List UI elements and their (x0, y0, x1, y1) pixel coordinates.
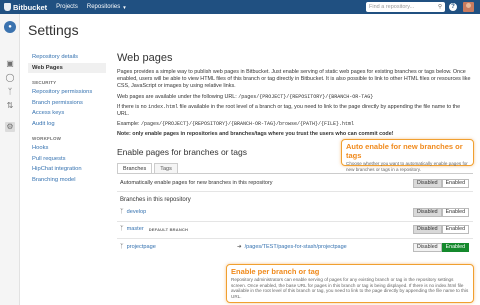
bucket-icon (4, 3, 11, 11)
branch-row-master: ᛉ master DEFAULT BRANCH (120, 226, 188, 232)
row-divider (117, 191, 473, 192)
arrow-right-icon: ➜ (237, 244, 242, 250)
sidebar-item-access-keys[interactable]: Access keys (28, 108, 106, 119)
branch-icon: ᛉ (120, 209, 124, 215)
sidebar-item-web-pages[interactable]: Web Pages (28, 62, 106, 73)
settings-sidebar: Repository details Web Pages SECURITY Re… (28, 52, 106, 185)
callout-per-branch: Enable per branch or tag Repository admi… (226, 264, 474, 303)
enabled-option[interactable]: Enabled (441, 243, 470, 252)
nav-projects-label: Projects (56, 4, 78, 10)
url-line-prefix: Web pages are available under the follow… (117, 93, 239, 100)
nav-repositories[interactable]: Repositories ▼ (87, 4, 127, 10)
example-line: Example: /pages/{PROJECT}/{REPOSITORY}/{… (117, 121, 473, 128)
branch-row-projectpage: ᛉ projectpage (120, 244, 156, 250)
search-placeholder: Find a repository... (369, 4, 415, 10)
enabled-option[interactable]: Enabled (441, 179, 470, 188)
disabled-option[interactable]: Disabled (413, 208, 442, 217)
url-pattern-line: Web pages are available under the follow… (117, 94, 473, 101)
projectpage-url[interactable]: ➜/pages/TEST/pages-for-stash/projectpage (237, 244, 347, 250)
search-input[interactable]: Find a repository... ⚲ (366, 2, 445, 12)
index-prefix: If there is no (117, 103, 149, 110)
sidebar-heading-security: SECURITY (32, 80, 57, 85)
sidebar-heading-workflow: WORKFLOW (32, 136, 62, 141)
url-pattern: /pages/{PROJECT}/{REPOSITORY}/{BRANCH-OR… (238, 93, 374, 100)
branch-icon: ᛉ (120, 244, 124, 250)
branch-tag-tabs: Branches Tags (117, 163, 180, 173)
pages-url-link[interactable]: /pages/TEST/pages-for-stash/projectpage (245, 244, 347, 250)
branch-name[interactable]: master (127, 226, 144, 232)
example-url: /pages/{PROJECT}/{REPOSITORY}/{BRANCH-OR… (140, 121, 355, 128)
develop-pages-toggle[interactable]: Disabled Enabled (413, 208, 470, 217)
row-divider (117, 238, 473, 239)
sidebar-item-branching-model[interactable]: Branching model (28, 175, 106, 186)
disabled-option[interactable]: Disabled (413, 225, 442, 234)
tabs-divider (117, 173, 473, 174)
auto-enable-label: Automatically enable pages for new branc… (120, 180, 273, 186)
callout-auto-enable: Auto enable for new branches or tags Cho… (341, 139, 474, 172)
brand-name: Bitbucket (13, 2, 48, 12)
help-icon[interactable]: ? (449, 3, 457, 11)
callout-body: Repository administrators can enable ser… (231, 277, 469, 299)
search-icon: ⚲ (437, 4, 442, 10)
disabled-option[interactable]: Disabled (413, 243, 442, 252)
callout-title: Auto enable for new branches or tags (346, 142, 463, 160)
nav-repositories-label: Repositories (86, 4, 121, 10)
branches-icon[interactable]: ᛉ (5, 87, 15, 97)
source-icon[interactable]: ▣ (5, 59, 15, 69)
chevron-down-icon: ▼ (122, 4, 127, 10)
tab-tags[interactable]: Tags (154, 163, 178, 173)
user-avatar[interactable] (463, 2, 474, 12)
sidebar-item-audit-log[interactable]: Audit log (28, 119, 106, 130)
branch-icon: ᛉ (120, 226, 124, 232)
disabled-option[interactable]: Disabled (413, 179, 442, 188)
branch-name[interactable]: projectpage (127, 244, 156, 250)
index-file-line: If there is no index.html file available… (117, 104, 473, 118)
nav-projects[interactable]: Projects (56, 4, 78, 10)
intro-paragraph: Pages provides a simple way to publish w… (117, 69, 471, 90)
warning-note: Note: only enable pages in repositories … (117, 131, 394, 138)
example-prefix: Example: (117, 121, 141, 128)
section-title: Web pages (117, 52, 173, 64)
enabled-option[interactable]: Enabled (441, 225, 470, 234)
bitbucket-logo[interactable]: Bitbucket (4, 3, 47, 12)
repository-sidebar-rail: ● ▣ ◯ ᛉ ⇅ ⚙ (0, 14, 20, 305)
repository-avatar[interactable]: ● (4, 21, 16, 33)
projectpage-pages-toggle[interactable]: Disabled Enabled (413, 243, 470, 252)
callout-title: Enable per branch or tag (231, 267, 320, 276)
branch-name[interactable]: develop (127, 209, 147, 215)
sidebar-item-repository-details[interactable]: Repository details (28, 52, 106, 63)
settings-gear-icon[interactable]: ⚙ (5, 122, 15, 132)
commits-icon[interactable]: ◯ (5, 73, 15, 83)
branches-heading: Branches in this repository (120, 197, 191, 203)
sidebar-item-repository-permissions[interactable]: Repository permissions (28, 87, 106, 98)
row-divider (117, 221, 473, 222)
sidebar-item-pull-requests[interactable]: Pull requests (28, 154, 106, 165)
auto-enable-toggle[interactable]: Disabled Enabled (413, 179, 470, 188)
tab-branches[interactable]: Branches (117, 163, 153, 173)
enable-pages-heading: Enable pages for branches or tags (117, 147, 247, 157)
default-branch-badge: DEFAULT BRANCH (148, 226, 189, 232)
index-file-name: index.html (148, 103, 179, 110)
enabled-option[interactable]: Enabled (441, 208, 470, 217)
sidebar-item-branch-permissions[interactable]: Branch permissions (28, 98, 106, 109)
sidebar-item-hipchat-integration[interactable]: HipChat integration (28, 164, 106, 175)
page-title: Settings (28, 22, 79, 38)
branch-row-develop: ᛉ develop (120, 209, 146, 215)
master-pages-toggle[interactable]: Disabled Enabled (413, 225, 470, 234)
callout-body: Choose whether you want to automatically… (346, 161, 468, 172)
sidebar-item-hooks[interactable]: Hooks (28, 143, 106, 154)
pull-requests-icon[interactable]: ⇅ (5, 101, 15, 111)
web-pages-content: Web pages Pages provides a simple way to… (117, 52, 473, 142)
